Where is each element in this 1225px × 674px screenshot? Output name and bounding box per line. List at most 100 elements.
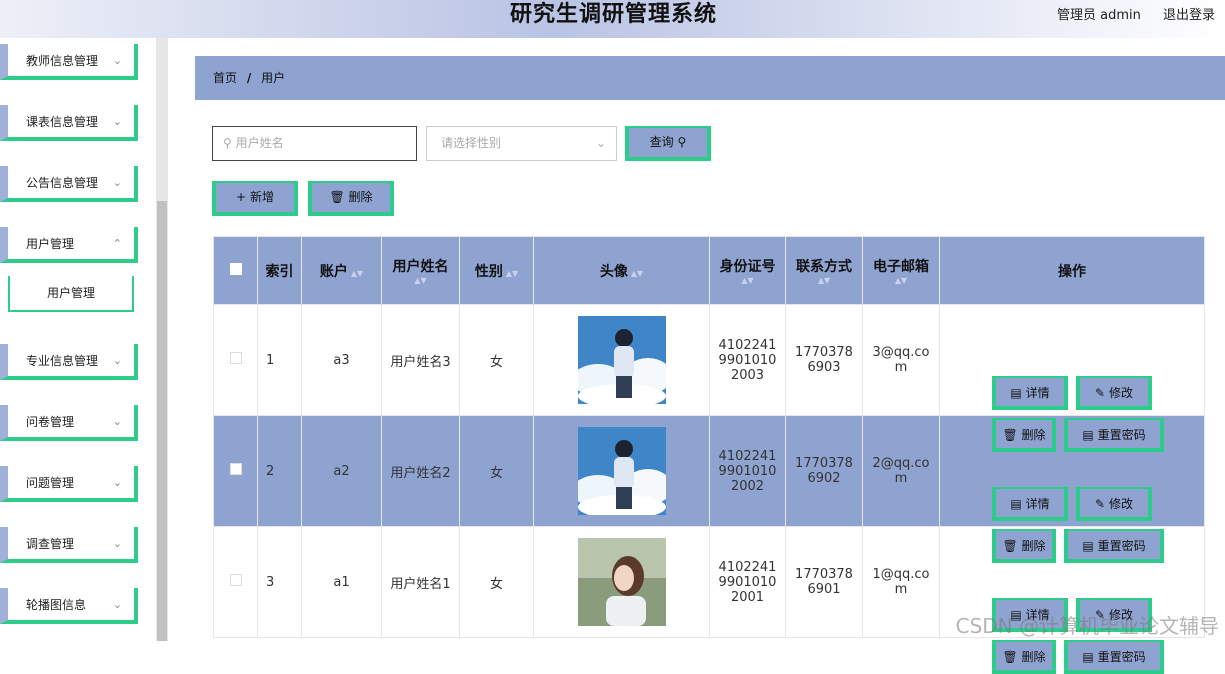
chevron-down-icon: ⌄ [113, 44, 122, 78]
gender-placeholder: 请选择性别 [441, 136, 501, 150]
delete-button[interactable]: 🗑 删除 [992, 418, 1056, 452]
cell-name: 用户姓名2 [382, 416, 460, 527]
sidebar-item-label: 专业信息管理 [26, 354, 98, 368]
detail-button[interactable]: ▤ 详情 [992, 376, 1068, 410]
cell-avatar [534, 305, 710, 416]
column-avatar-label: 头像 [600, 264, 628, 280]
chevron-down-icon: ⌄ [596, 127, 606, 160]
logout-link[interactable]: 退出登录 [1163, 8, 1215, 23]
cell-gender: 女 [460, 305, 534, 416]
reset-label: 重置密码 [1098, 428, 1146, 442]
pencil-icon: ✎ [1095, 497, 1105, 511]
reset-label: 重置密码 [1098, 650, 1146, 664]
sort-icon: ▲▼ [786, 276, 862, 285]
sidebar-item-users[interactable]: 用户管理 ⌃ [0, 227, 138, 263]
chevron-down-icon: ⌄ [113, 588, 122, 622]
detail-label: 详情 [1026, 497, 1050, 511]
sort-icon: ▲▼ [863, 276, 939, 285]
delete-label: 删除 [1022, 428, 1046, 442]
select-all-checkbox[interactable] [230, 263, 242, 275]
detail-button[interactable]: ▤ 详情 [992, 487, 1068, 521]
row-checkbox[interactable] [230, 574, 242, 586]
cell-name: 用户姓名3 [382, 305, 460, 416]
edit-label: 修改 [1109, 386, 1133, 400]
chevron-down-icon: ⌄ [113, 405, 122, 439]
trash-icon: 🗑 [1002, 428, 1017, 442]
pencil-icon: ✎ [1095, 386, 1105, 400]
edit-button[interactable]: ✎ 修改 [1076, 376, 1152, 410]
trash-icon: 🗑 [1002, 539, 1017, 553]
cell-avatar [534, 527, 710, 638]
sort-icon: ▲▼ [631, 269, 643, 278]
chevron-down-icon: ⌄ [113, 105, 122, 139]
add-button[interactable]: + 新增 [212, 181, 298, 216]
delete-button[interactable]: 🗑 删除 [992, 529, 1056, 563]
column-name-label: 用户姓名 [393, 259, 449, 275]
sidebar: 教师信息管理 ⌄ 课表信息管理 ⌄ 公告信息管理 ⌄ 用户管理 ⌃ 用户管理 专… [0, 38, 168, 641]
chevron-down-icon: ⌄ [113, 466, 122, 500]
breadcrumb: 首页 / 用户 [195, 56, 1225, 100]
table-header-row: 索引 账户▲▼ 用户姓名▲▼ 性别▲▼ 头像▲▼ 身份证号▲▼ 联系方式▲▼ 电… [214, 237, 1205, 305]
trash-icon: 🗑 [1002, 650, 1017, 664]
column-name[interactable]: 用户姓名▲▼ [382, 237, 460, 305]
row-select-cell [214, 416, 258, 527]
reset-password-button[interactable]: ▤ 重置密码 [1064, 529, 1164, 563]
column-gender[interactable]: 性别▲▼ [460, 237, 534, 305]
delete-label: 删除 [1022, 650, 1046, 664]
sort-icon: ▲▼ [351, 269, 363, 278]
avatar-image[interactable] [578, 316, 666, 404]
row-checkbox[interactable] [230, 352, 242, 364]
sidebar-item-schedule[interactable]: 课表信息管理 ⌄ [0, 105, 138, 141]
document-icon: ▤ [1082, 428, 1093, 442]
edit-label: 修改 [1109, 497, 1133, 511]
column-id-label: 身份证号 [720, 259, 776, 275]
column-phone[interactable]: 联系方式▲▼ [786, 237, 863, 305]
watermark: CSDN @计算机毕业论文辅导 [956, 610, 1219, 639]
sidebar-item-questions[interactable]: 问题管理 ⌄ [0, 466, 138, 502]
sidebar-item-carousel[interactable]: 轮播图信息 ⌄ [0, 588, 138, 624]
reset-password-button[interactable]: ▤ 重置密码 [1064, 640, 1164, 674]
cell-email: 2@qq.com [863, 416, 940, 527]
username-placeholder: 用户姓名 [236, 136, 284, 150]
cell-account: a1 [302, 527, 382, 638]
sidebar-subitem-users[interactable]: 用户管理 [8, 276, 134, 312]
username-search-input[interactable]: ⚲ 用户姓名 [212, 126, 417, 161]
column-email[interactable]: 电子邮箱▲▼ [863, 237, 940, 305]
reset-password-button[interactable]: ▤ 重置密码 [1064, 418, 1164, 452]
row-checkbox[interactable] [230, 463, 242, 475]
sidebar-item-label: 问卷管理 [26, 415, 74, 429]
sidebar-item-major[interactable]: 专业信息管理 ⌄ [0, 344, 138, 380]
column-account[interactable]: 账户▲▼ [302, 237, 382, 305]
column-email-label: 电子邮箱 [873, 259, 929, 275]
query-button[interactable]: 查询 ⚲ [625, 126, 711, 161]
breadcrumb-home[interactable]: 首页 [213, 71, 237, 85]
column-account-label: 账户 [320, 264, 348, 280]
batch-delete-button[interactable]: 🗑 删除 [308, 181, 394, 216]
sidebar-scrollbar-thumb[interactable] [157, 201, 167, 641]
sidebar-item-survey[interactable]: 调查管理 ⌄ [0, 527, 138, 563]
sidebar-item-teacher[interactable]: 教师信息管理 ⌄ [0, 44, 138, 80]
gender-select[interactable]: 请选择性别 ⌄ [426, 126, 617, 161]
sidebar-item-notice[interactable]: 公告信息管理 ⌄ [0, 166, 138, 202]
edit-button[interactable]: ✎ 修改 [1076, 487, 1152, 521]
sidebar-item-questionnaire[interactable]: 问卷管理 ⌄ [0, 405, 138, 441]
breadcrumb-current: 用户 [261, 71, 285, 85]
sidebar-item-label: 课表信息管理 [26, 115, 98, 129]
search-icon: ⚲ [223, 136, 232, 150]
avatar-image[interactable] [578, 538, 666, 626]
search-icon: ⚲ [678, 135, 687, 149]
column-id-number[interactable]: 身份证号▲▼ [710, 237, 786, 305]
cell-ops: ▤ 详情 ✎ 修改 🗑 删除 ▤ 重置密码 [940, 305, 1205, 416]
table-row: 1 a3 用户姓名3 女 410224199010102003 17703786… [214, 305, 1205, 416]
top-right-area: 管理员 admin 退出登录 [1039, 4, 1215, 23]
delete-button[interactable]: 🗑 删除 [992, 640, 1056, 674]
document-icon: ▤ [1010, 497, 1021, 511]
cell-avatar [534, 416, 710, 527]
column-avatar[interactable]: 头像▲▼ [534, 237, 710, 305]
cell-id-number: 410224199010102003 [710, 305, 786, 416]
sidebar-item-label: 公告信息管理 [26, 176, 98, 190]
detail-label: 详情 [1026, 386, 1050, 400]
document-icon: ▤ [1082, 539, 1093, 553]
avatar-image[interactable] [578, 427, 666, 515]
column-index: 索引 [258, 237, 302, 305]
